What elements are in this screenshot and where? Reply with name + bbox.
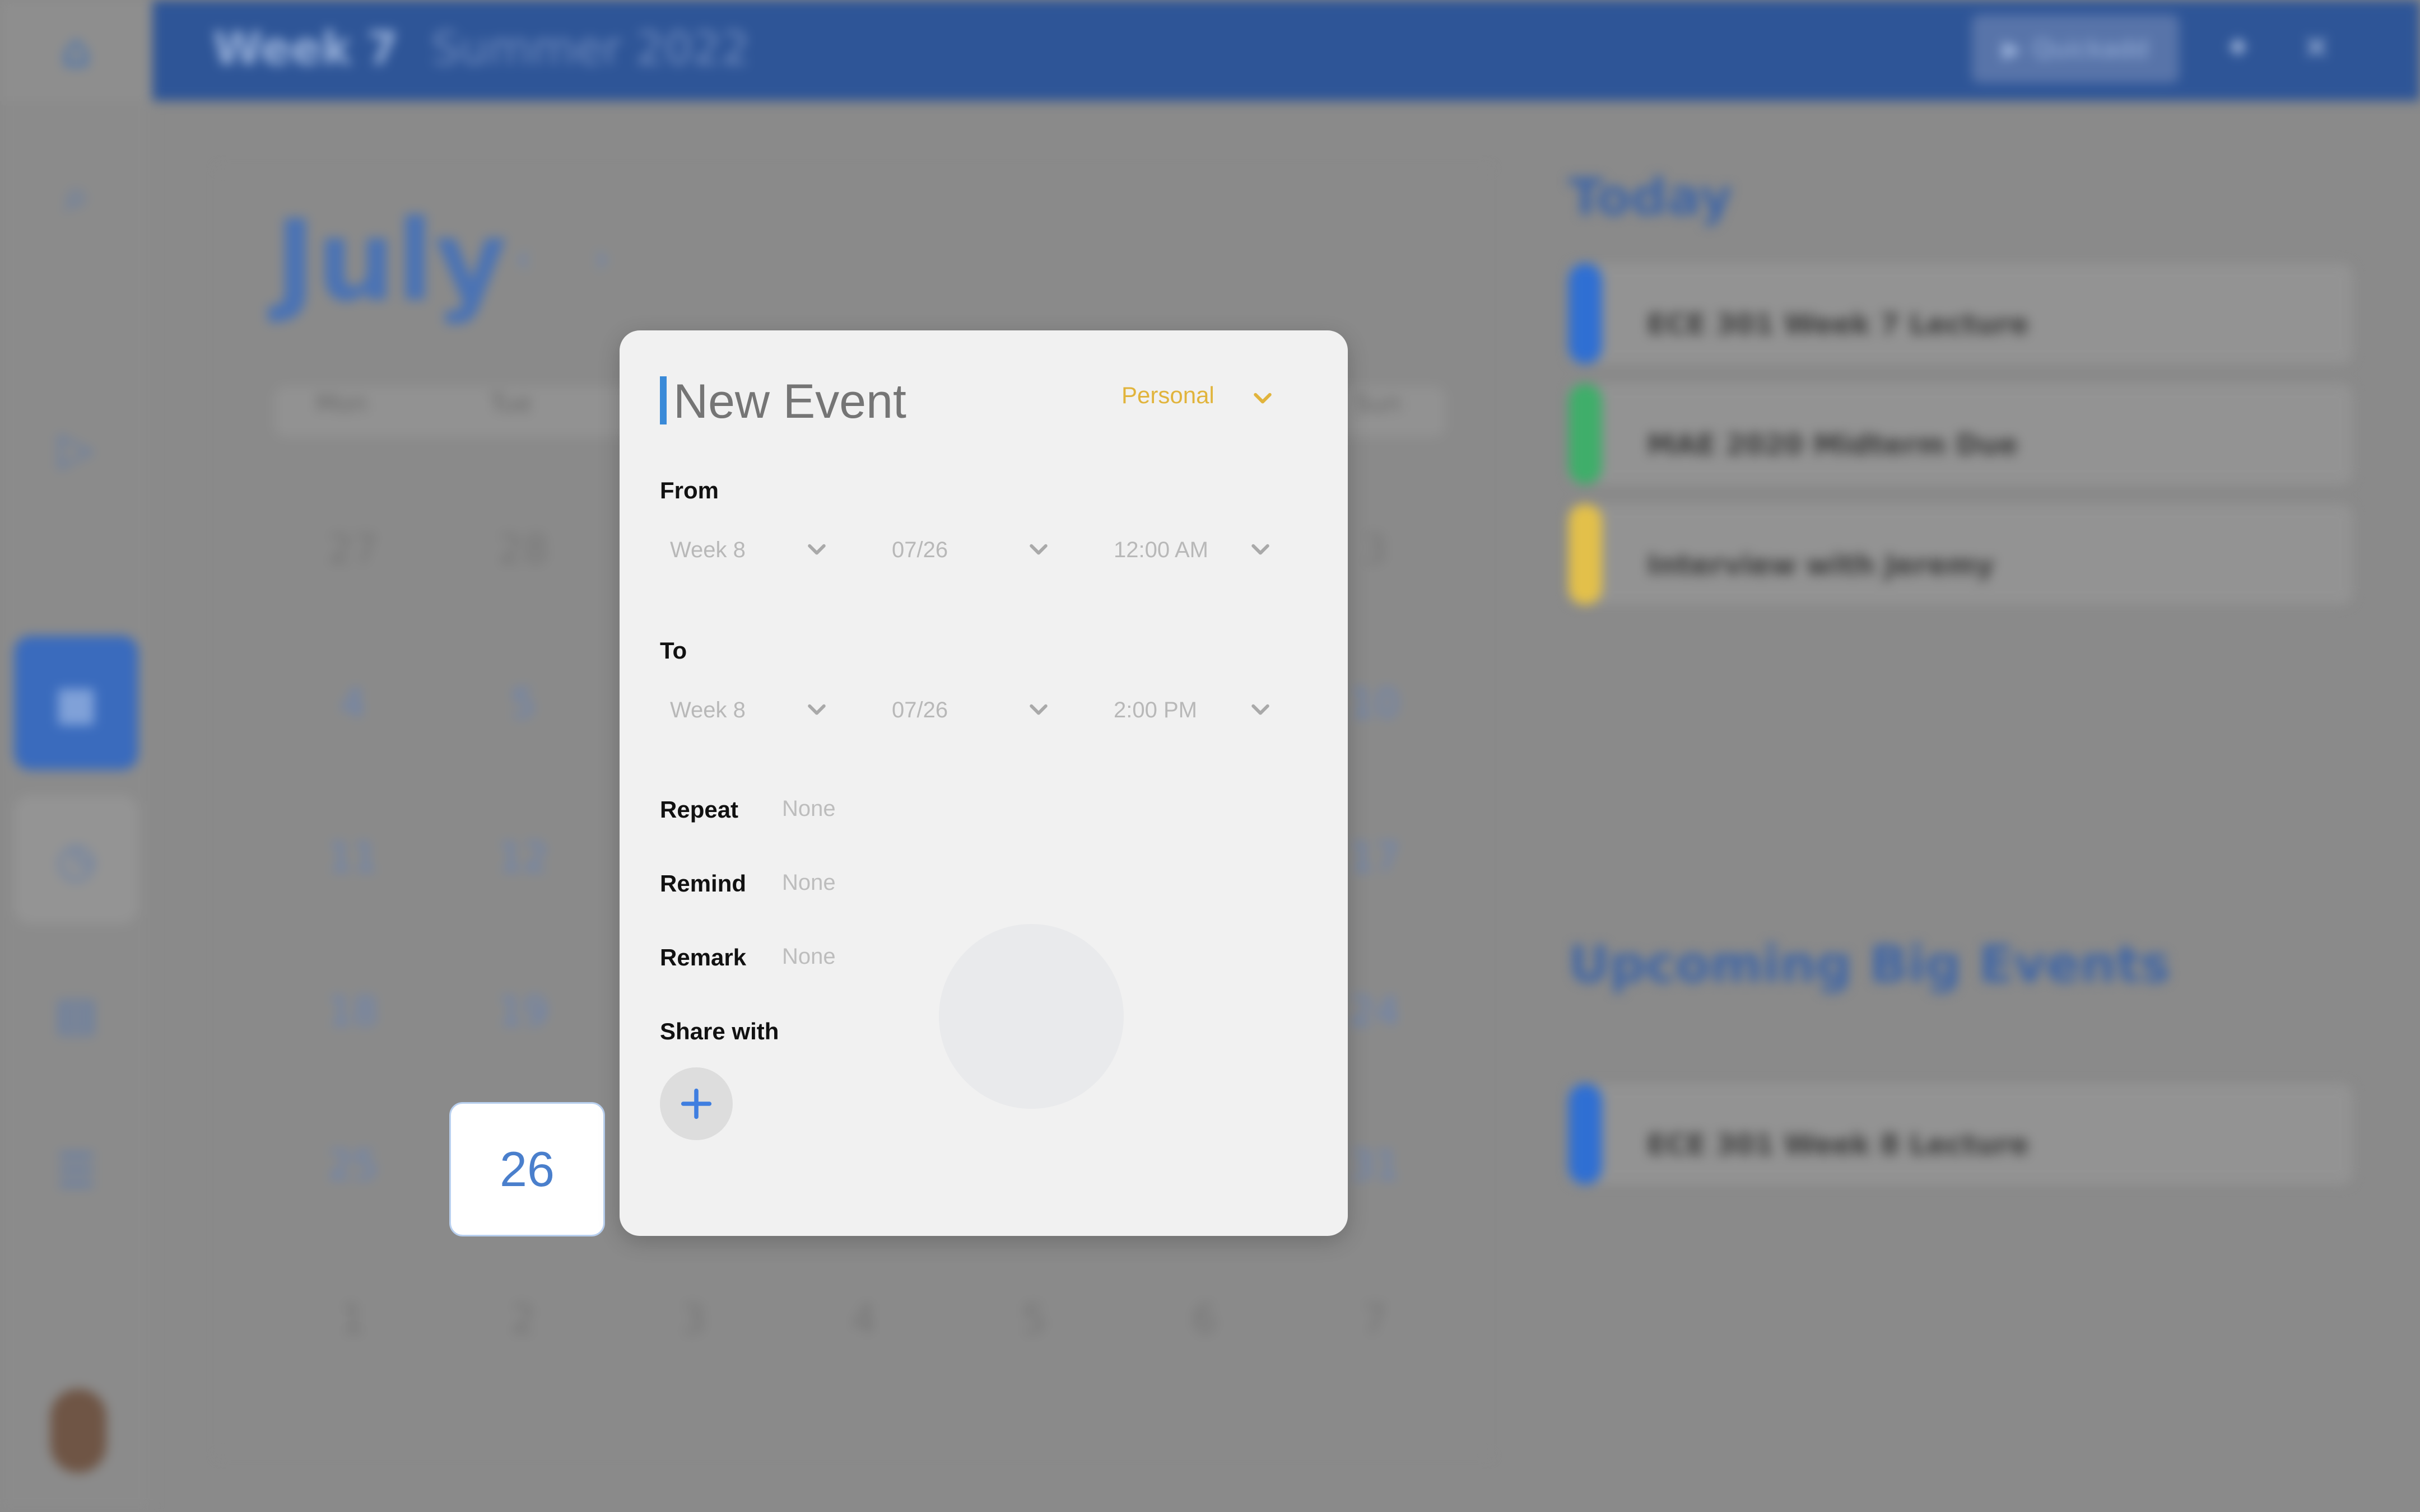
from-date-select[interactable]: 07/26: [892, 538, 948, 563]
share-with-label: Share with: [660, 1018, 779, 1044]
repeat-label: Repeat: [660, 796, 739, 823]
calendar-day[interactable]: 3: [1341, 526, 1408, 572]
weekday-sun: Sun: [1355, 389, 1402, 418]
chevron-down-icon[interactable]: [1248, 538, 1273, 562]
upcoming-title: Upcoming Big Events: [1569, 935, 2171, 994]
play-icon[interactable]: ▷: [48, 420, 104, 476]
calendar-day[interactable]: 1: [319, 1296, 387, 1342]
to-time-select[interactable]: 2:00 PM: [1114, 698, 1197, 723]
calendar-day[interactable]: 4: [830, 1296, 897, 1342]
calendar-day[interactable]: 3: [660, 1296, 727, 1342]
weekday-tue: Tue: [490, 389, 532, 418]
calendar-day[interactable]: 28: [490, 526, 557, 572]
next-month-icon[interactable]: ›: [594, 235, 609, 281]
calendar-day[interactable]: 11: [319, 834, 387, 880]
event-name: ECE 301 Week 7 Lecture: [1647, 308, 2029, 340]
selected-date-cell[interactable]: 26: [449, 1102, 605, 1236]
term-title: Summer 2022: [431, 22, 750, 74]
chevron-down-icon[interactable]: [1248, 698, 1273, 722]
app-root: ⌂ Week 7 Summer 2022 ▶ Quickadd ✦ ✕ ⌕ ▷ ▦…: [0, 0, 2420, 1512]
settings-icon[interactable]: ✦: [2218, 28, 2258, 67]
chevron-down-icon[interactable]: [1026, 698, 1051, 722]
calendar-day[interactable]: 7: [1341, 1296, 1408, 1342]
today-title: Today: [1569, 168, 1733, 227]
calendar-day[interactable]: 5: [1000, 1296, 1068, 1342]
home-icon[interactable]: ⌂: [0, 0, 152, 101]
plus-icon: [681, 1088, 712, 1119]
quickadd-icon: ▶: [2002, 34, 2022, 63]
category-chevron-down-icon[interactable]: [1250, 386, 1275, 411]
chevron-down-icon[interactable]: [804, 698, 829, 722]
event-color-bar: [1569, 384, 1602, 484]
calendar-day[interactable]: 10: [1341, 680, 1408, 726]
calendar-day[interactable]: 5: [490, 680, 557, 726]
to-week-select[interactable]: Week 8: [670, 698, 746, 723]
calendar-day[interactable]: 19: [490, 988, 557, 1034]
ghost-overlay: [939, 924, 1124, 1109]
chevron-down-icon[interactable]: [804, 538, 829, 562]
list-icon[interactable]: ☰: [48, 1142, 104, 1198]
event-name: ECE 301 Week 8 Lecture: [1647, 1128, 2029, 1161]
today-event-1[interactable]: ECE 301 Week 7 Lecture: [1569, 263, 2353, 364]
weekday-mon: Mon: [315, 389, 368, 418]
calendar-day[interactable]: 31: [1341, 1142, 1408, 1188]
category-select[interactable]: Personal: [1121, 382, 1214, 409]
to-date-select[interactable]: 07/26: [892, 698, 948, 723]
top-bar: ⌂ Week 7 Summer 2022 ▶ Quickadd ✦ ✕: [0, 0, 2420, 101]
prev-month-icon[interactable]: ‹: [515, 235, 531, 281]
clock-icon: ◷: [57, 833, 96, 886]
month-title: July: [274, 196, 508, 326]
grid-icon[interactable]: ▤: [48, 986, 104, 1042]
from-label: From: [660, 477, 719, 503]
event-name: Interview with Jeremy: [1647, 549, 1994, 581]
calendar-day[interactable]: 24: [1341, 988, 1408, 1034]
search-icon[interactable]: ⌕: [48, 168, 104, 224]
calendar-day[interactable]: 6: [1171, 1296, 1238, 1342]
today-event-2[interactable]: MAE 2020 Midterm Due: [1569, 384, 2353, 484]
calendar-day[interactable]: 12: [490, 834, 557, 880]
from-time-select[interactable]: 12:00 AM: [1114, 538, 1208, 563]
text-caret: [660, 376, 667, 424]
calendar-day[interactable]: 18: [319, 988, 387, 1034]
chevron-down-icon[interactable]: [1026, 538, 1051, 562]
event-color-bar: [1569, 504, 1602, 605]
repeat-value[interactable]: None: [782, 796, 836, 822]
event-name: MAE 2020 Midterm Due: [1647, 428, 2018, 461]
event-color-bar: [1569, 1084, 1602, 1184]
remark-label: Remark: [660, 944, 747, 970]
sidebar: ⌕ ▷ ▦ ◷ ▤ ☰: [0, 101, 152, 1512]
calendar-day[interactable]: 25: [319, 1142, 387, 1188]
event-title-input[interactable]: [673, 371, 1121, 432]
remark-value[interactable]: None: [782, 944, 836, 969]
quickadd-label: Quickadd: [2032, 34, 2149, 63]
to-label: To: [660, 637, 687, 664]
from-week-select[interactable]: Week 8: [670, 538, 746, 563]
calendar-day[interactable]: 17: [1341, 834, 1408, 880]
week-title: Week 7: [213, 22, 398, 74]
calendar-icon: ▦: [55, 676, 97, 729]
quickadd-button[interactable]: ▶ Quickadd: [1972, 15, 2179, 83]
calendar-day[interactable]: 2: [490, 1296, 557, 1342]
calendar-day[interactable]: 4: [319, 680, 387, 726]
upcoming-event-1[interactable]: ECE 301 Week 8 Lecture: [1569, 1084, 2353, 1184]
today-event-3[interactable]: Interview with Jeremy: [1569, 504, 2353, 605]
add-share-button[interactable]: [660, 1067, 733, 1140]
calendar-day[interactable]: 27: [319, 526, 387, 572]
event-color-bar: [1569, 263, 1602, 364]
new-event-dialog: Personal From Week 8 07/26 12:00 AM To W…: [620, 330, 1348, 1236]
avatar[interactable]: [50, 1389, 106, 1473]
remind-value[interactable]: None: [782, 870, 836, 895]
right-panel: Today ECE 301 Week 7 Lecture MAE 2020 Mi…: [1546, 157, 2364, 1277]
close-icon[interactable]: ✕: [2297, 28, 2336, 67]
remind-label: Remind: [660, 870, 747, 897]
